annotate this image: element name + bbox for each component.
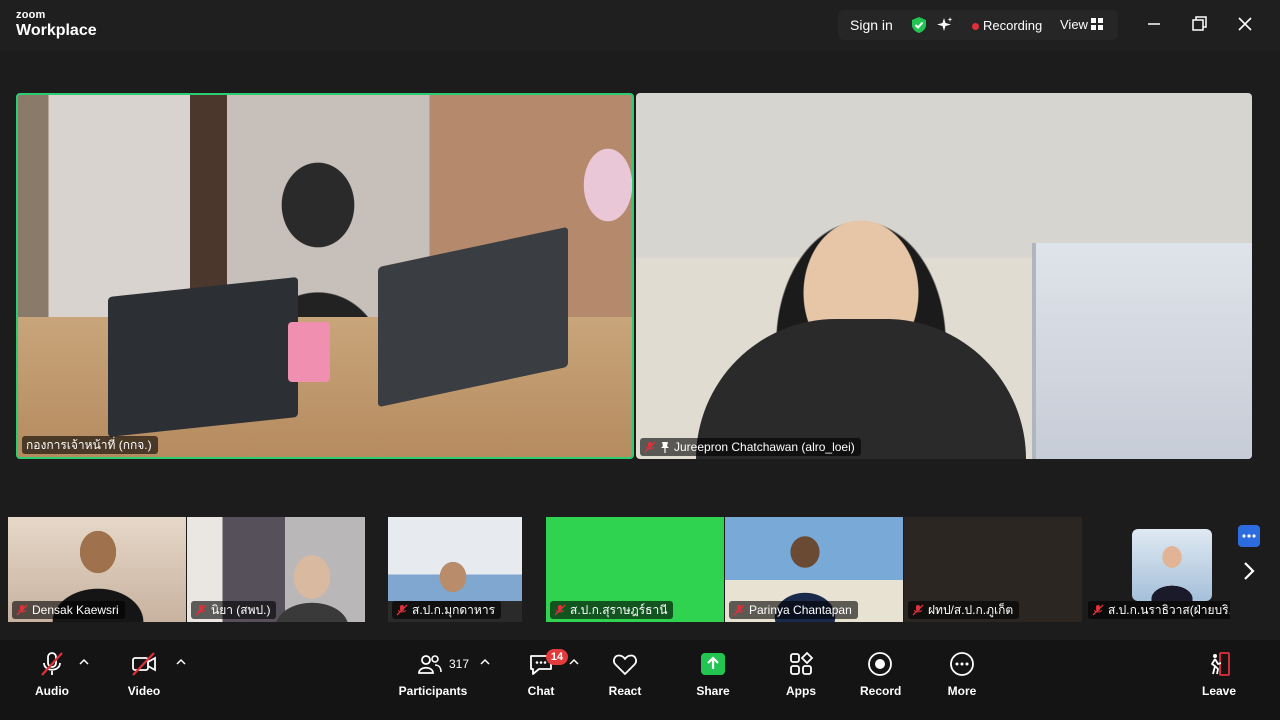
heart-icon xyxy=(613,654,637,675)
view-button[interactable]: View xyxy=(1060,17,1088,32)
zoom-workplace-logo: zoom Workplace xyxy=(16,10,97,39)
apps-icon xyxy=(790,651,814,675)
apps-button[interactable]: Apps xyxy=(781,650,821,710)
chevron-up-icon[interactable] xyxy=(176,658,186,666)
participant-name: ส.ป.ก.มุกดาหาร xyxy=(412,603,496,617)
chevron-up-icon[interactable] xyxy=(79,658,89,666)
recording-dot-icon xyxy=(972,23,979,30)
share-label: Share xyxy=(696,684,730,698)
video-scene-cup xyxy=(288,322,330,382)
video-off-icon xyxy=(132,652,156,676)
react-label: React xyxy=(608,684,642,698)
muted-mic-icon xyxy=(41,652,63,676)
participant-tile[interactable]: Parinya Chantapan xyxy=(725,517,903,622)
record-button[interactable]: Record xyxy=(860,650,902,710)
muted-mic-icon xyxy=(554,604,566,616)
logo-brand-top: zoom xyxy=(16,9,46,21)
participant-tile[interactable]: นิยา (สพป.) xyxy=(187,517,365,622)
record-label: Record xyxy=(860,684,902,698)
participant-name-tag: ส.ป.ก.นราธิวาส(ฝ่ายบริ... xyxy=(1088,601,1230,619)
participant-tile[interactable]: ส.ป.ก.มุกดาหาร xyxy=(388,517,522,622)
ai-companion-icon[interactable] xyxy=(936,16,954,34)
close-icon[interactable] xyxy=(1235,14,1255,34)
react-button[interactable]: React xyxy=(605,650,645,710)
muted-mic-icon xyxy=(733,604,745,616)
audio-label: Audio xyxy=(35,684,69,698)
muted-mic-icon xyxy=(195,604,207,616)
apps-label: Apps xyxy=(786,684,816,698)
participant-name-tag: ฝทป/ส.ป.ก.ภูเก็ต xyxy=(908,601,1020,619)
participant-name: นิยา (สพป.) xyxy=(211,603,271,617)
video-scene-monitor xyxy=(108,277,298,437)
leave-button[interactable]: Leave xyxy=(1199,650,1239,710)
meeting-toolbar: Audio Video Participants 317 Chat 14 Rea… xyxy=(0,640,1280,720)
audio-button[interactable]: Audio xyxy=(32,650,72,710)
avatar xyxy=(1132,529,1212,601)
pin-icon xyxy=(661,442,669,453)
sign-in-button[interactable]: Sign in xyxy=(850,17,893,33)
more-button[interactable]: More xyxy=(942,650,982,710)
video-stage: กองการเจ้าหน้าที่ (กกจ.) Jureepron Chatc… xyxy=(0,50,1280,640)
logo-brand-bottom: Workplace xyxy=(16,22,97,39)
participant-name: Densak Kaewsri xyxy=(32,603,119,617)
participant-name-tag: ส.ป.ก.มุกดาหาร xyxy=(392,601,502,619)
participant-name-tag: นิยา (สพป.) xyxy=(191,601,277,619)
video-button[interactable]: Video xyxy=(124,650,164,710)
grid-view-icon[interactable] xyxy=(1091,18,1103,30)
chevron-up-icon[interactable] xyxy=(569,658,579,666)
participants-count: 317 xyxy=(449,657,470,671)
muted-mic-icon xyxy=(1092,604,1104,616)
leave-label: Leave xyxy=(1201,684,1237,698)
video-scene-shelf xyxy=(1032,243,1252,459)
leave-icon xyxy=(1211,652,1230,676)
active-speaker-tile[interactable]: กองการเจ้าหน้าที่ (กกจ.) xyxy=(16,93,634,459)
participant-name: ส.ป.ก.สุราษฎร์ธานี xyxy=(570,603,668,617)
muted-mic-icon xyxy=(644,441,656,453)
participants-icon xyxy=(418,655,442,674)
participant-tile[interactable]: ฝทป/ส.ป.ก.ภูเก็ต xyxy=(904,517,1082,622)
share-button[interactable]: Share xyxy=(693,650,733,710)
muted-mic-icon xyxy=(396,604,408,616)
chevron-up-icon[interactable] xyxy=(480,658,490,666)
participant-name: ส.ป.ก.นราธิวาส(ฝ่ายบริ... xyxy=(1108,603,1230,617)
record-icon xyxy=(868,652,892,676)
chat-unread-badge: 14 xyxy=(546,649,568,665)
more-label: More xyxy=(947,684,977,698)
participant-name-tag: Jureepron Chatchawan (alro_loei) xyxy=(640,438,861,456)
participant-name-tag: กองการเจ้าหน้าที่ (กกจ.) xyxy=(22,436,158,454)
share-screen-icon xyxy=(701,653,725,675)
chat-label: Chat xyxy=(527,684,555,698)
more-icon xyxy=(950,652,974,676)
participant-name: ฝทป/ส.ป.ก.ภูเก็ต xyxy=(928,603,1014,617)
participant-name-tag: Parinya Chantapan xyxy=(729,601,858,619)
restore-icon[interactable] xyxy=(1189,14,1209,34)
participant-name: Parinya Chantapan xyxy=(749,603,852,617)
meeting-status-group: Sign in Recording View xyxy=(838,10,1118,40)
participant-name-tag: Densak Kaewsri xyxy=(12,601,125,619)
muted-mic-icon xyxy=(16,604,28,616)
participant-tile[interactable]: ส.ป.ก.สุราษฎร์ธานี xyxy=(546,517,724,622)
participants-label: Participants xyxy=(398,684,468,698)
participant-name-tag: ส.ป.ก.สุราษฎร์ธานี xyxy=(550,601,674,619)
participant-tile[interactable]: ส.ป.ก.นราธิวาส(ฝ่ายบริ... xyxy=(1084,517,1230,622)
participant-tile[interactable]: Densak Kaewsri xyxy=(8,517,186,622)
participant-name: Jureepron Chatchawan (alro_loei) xyxy=(674,440,855,454)
muted-mic-icon xyxy=(912,604,924,616)
speaker-tile[interactable]: Jureepron Chatchawan (alro_loei) xyxy=(636,93,1252,459)
recording-status[interactable]: Recording xyxy=(983,18,1042,33)
title-bar: zoom Workplace Sign in Recording View xyxy=(0,0,1280,50)
chevron-right-icon[interactable] xyxy=(1240,560,1258,582)
minimize-icon[interactable] xyxy=(1144,14,1164,34)
video-label: Video xyxy=(127,684,161,698)
participant-name: กองการเจ้าหน้าที่ (กกจ.) xyxy=(26,438,152,452)
security-shield-icon[interactable] xyxy=(910,16,928,34)
more-options-icon[interactable] xyxy=(1238,525,1260,547)
